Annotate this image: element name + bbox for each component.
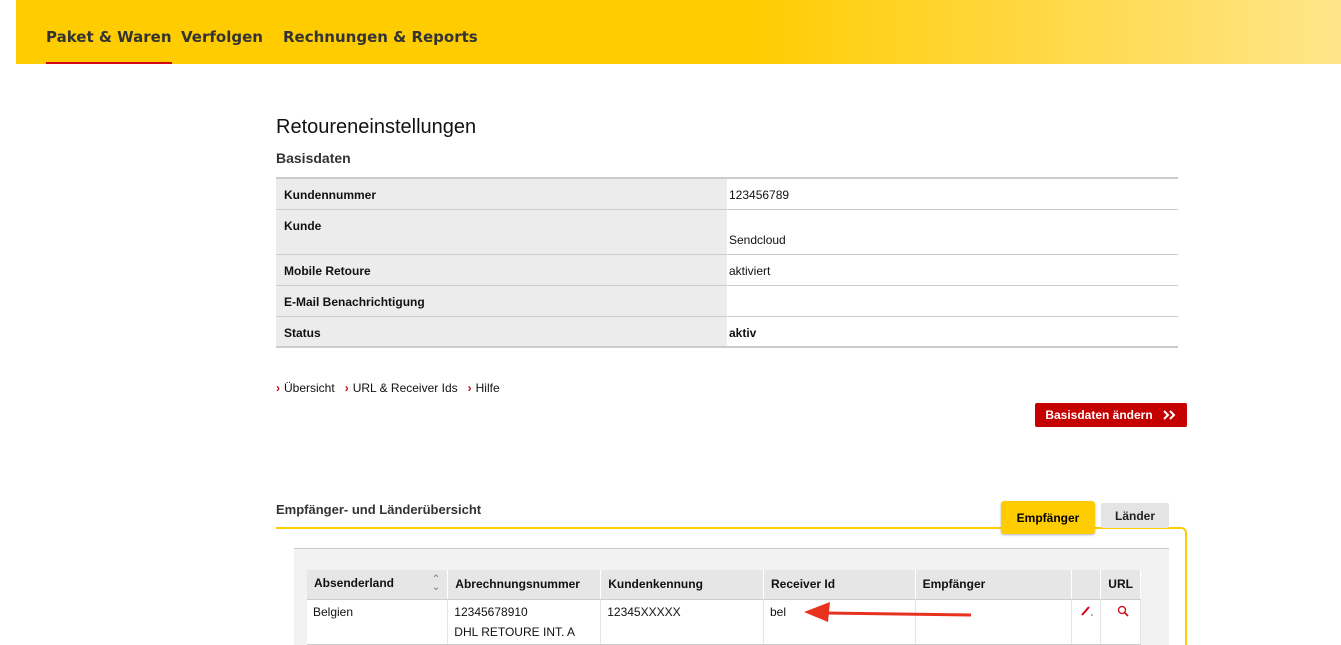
column-header-url: URL [1101, 570, 1141, 599]
link-label: URL & Receiver Ids [353, 381, 458, 395]
button-label: Basisdaten ändern [1045, 408, 1152, 422]
basis-label: Mobile Retoure [276, 255, 727, 285]
section-title-basisdaten: Basisdaten [276, 150, 351, 166]
cell-abrechnungsnummer: 12345678910 DHL RETOURE INT. A [448, 599, 601, 644]
basis-value: 123456789 [727, 179, 1178, 209]
nav-item-paket-waren[interactable]: Paket & Waren [46, 28, 172, 46]
page-title: Retoureneinstellungen [276, 116, 476, 139]
chevron-right-icon: › [345, 381, 349, 395]
sort-icon[interactable]: ⌃⌄ [432, 576, 440, 592]
basis-row-mobile-retoure: Mobile Retoure aktiviert [276, 255, 1178, 286]
link-hilfe[interactable]: › Hilfe [468, 381, 500, 395]
link-label: Übersicht [284, 381, 335, 395]
basis-label: E-Mail Benachrichtigung [276, 286, 727, 316]
header-label: Absenderland [314, 576, 394, 590]
basis-value: Sendcloud [727, 210, 1178, 254]
cell-absenderland: Belgien [307, 599, 448, 644]
basisdaten-aendern-button[interactable]: Basisdaten ändern [1035, 403, 1187, 427]
link-label: Hilfe [476, 381, 500, 395]
magnifier-icon[interactable] [1117, 605, 1131, 617]
link-uebersicht[interactable]: › Übersicht [276, 381, 335, 395]
cell-kundenkennung: 12345XXXXX [601, 599, 764, 644]
settings-links: › Übersicht › URL & Receiver Ids › Hilfe [276, 381, 500, 395]
receiver-table: Absenderland ⌃⌄ Abrechnungsnummer Kunden… [307, 570, 1141, 645]
column-header-abrechnungsnummer: Abrechnungsnummer [448, 570, 601, 599]
basis-label: Kundennummer [276, 179, 727, 209]
cell-url [1101, 599, 1141, 644]
basis-value: aktiviert [727, 255, 1178, 285]
basis-label: Kunde [276, 210, 727, 254]
basis-row-email-benachrichtigung: E-Mail Benachrichtigung [276, 286, 1178, 317]
double-chevron-right-icon [1163, 410, 1177, 420]
column-header-absenderland[interactable]: Absenderland ⌃⌄ [307, 570, 448, 599]
cell-actions [1072, 599, 1101, 644]
status-value: aktiv [727, 317, 1178, 346]
basis-row-status: Status aktiv [276, 317, 1178, 348]
table-row: Belgien 12345678910 DHL RETOURE INT. A 1… [307, 599, 1141, 644]
abrechnungsname-value: DHL RETOURE INT. A [454, 625, 594, 639]
column-header-empfaenger: Empfänger [915, 570, 1072, 599]
column-header-receiver-id: Receiver Id [764, 570, 916, 599]
basis-row-kunde: Kunde Sendcloud [276, 210, 1178, 255]
section-title-overview: Empfänger- und Länderübersicht [276, 502, 481, 517]
pencil-edit-icon[interactable] [1080, 605, 1094, 617]
tab-empfaenger[interactable]: Empfänger [1001, 501, 1095, 534]
annotation-arrow-icon [802, 600, 974, 624]
nav-item-verfolgen[interactable]: Verfolgen [181, 28, 263, 46]
basis-label: Status [276, 317, 727, 346]
chevron-right-icon: › [468, 381, 472, 395]
basis-value [727, 286, 1178, 316]
abrechnungsnummer-value: 12345678910 [454, 605, 594, 619]
link-url-receiver-ids[interactable]: › URL & Receiver Ids [345, 381, 458, 395]
nav-item-rechnungen-reports[interactable]: Rechnungen & Reports [283, 28, 478, 46]
basis-row-kundennummer: Kundennummer 123456789 [276, 179, 1178, 210]
column-header-kundenkennung: Kundenkennung [601, 570, 764, 599]
column-header-actions [1072, 570, 1101, 599]
top-navigation-bar: Paket & Waren Verfolgen Rechnungen & Rep… [16, 0, 1341, 64]
chevron-right-icon: › [276, 381, 280, 395]
tab-laender[interactable]: Länder [1101, 503, 1169, 528]
basisdaten-table: Kundennummer 123456789 Kunde Sendcloud M… [276, 177, 1178, 348]
